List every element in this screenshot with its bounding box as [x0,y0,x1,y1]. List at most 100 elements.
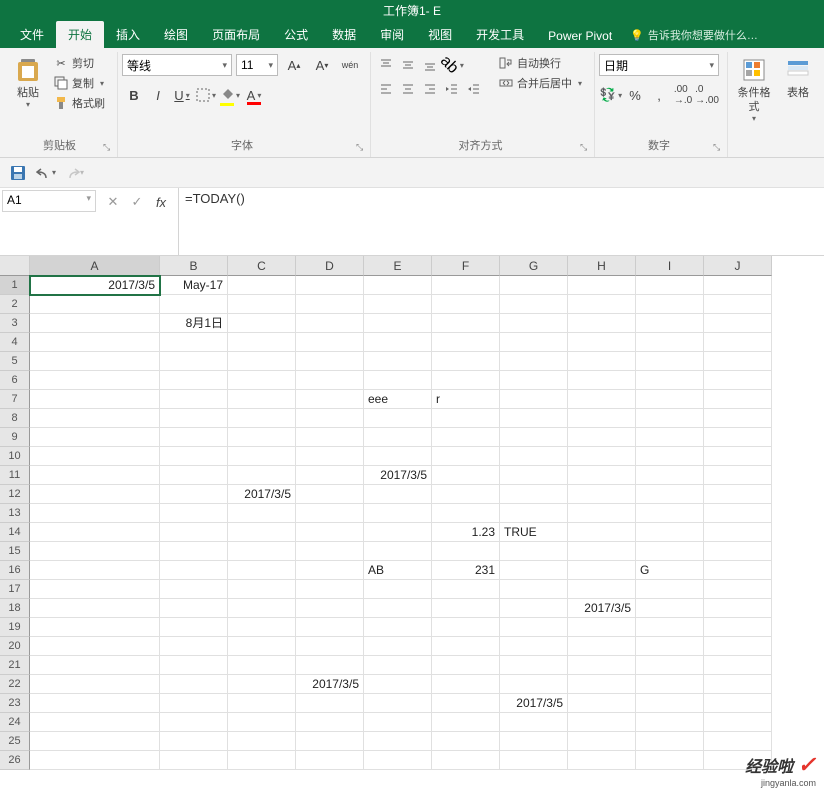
cell-D13[interactable] [296,504,364,523]
tab-file[interactable]: 文件 [8,21,56,48]
cell-C16[interactable] [228,561,296,580]
cell-J19[interactable] [704,618,772,637]
cell-G21[interactable] [500,656,568,675]
tab-draw[interactable]: 绘图 [152,21,200,48]
tab-insert[interactable]: 插入 [104,21,152,48]
align-top-button[interactable] [375,54,397,76]
cell-I13[interactable] [636,504,704,523]
cell-A7[interactable] [30,390,160,409]
cell-H14[interactable] [568,523,636,542]
cell-F21[interactable] [432,656,500,675]
row-header-20[interactable]: 20 [0,637,30,656]
cell-I12[interactable] [636,485,704,504]
cell-C19[interactable] [228,618,296,637]
cell-J15[interactable] [704,542,772,561]
accounting-format-button[interactable]: 💱 [599,84,623,106]
cell-C1[interactable] [228,276,296,295]
cell-A9[interactable] [30,428,160,447]
cell-I11[interactable] [636,466,704,485]
cell-J10[interactable] [704,447,772,466]
cell-I24[interactable] [636,713,704,732]
cell-I14[interactable] [636,523,704,542]
row-header-1[interactable]: 1 [0,276,30,295]
cell-A19[interactable] [30,618,160,637]
cell-D7[interactable] [296,390,364,409]
cell-H19[interactable] [568,618,636,637]
cell-C10[interactable] [228,447,296,466]
cell-B23[interactable] [160,694,228,713]
cell-F19[interactable] [432,618,500,637]
cell-I22[interactable] [636,675,704,694]
cell-F12[interactable] [432,485,500,504]
cell-B11[interactable] [160,466,228,485]
increase-font-button[interactable]: A▴ [282,54,306,76]
row-header-8[interactable]: 8 [0,409,30,428]
cell-E6[interactable] [364,371,432,390]
cell-D20[interactable] [296,637,364,656]
column-header-B[interactable]: B [160,256,228,276]
cell-E5[interactable] [364,352,432,371]
cell-J4[interactable] [704,333,772,352]
redo-button[interactable]: ▾ [64,163,84,183]
cell-J1[interactable] [704,276,772,295]
row-header-14[interactable]: 14 [0,523,30,542]
tab-view[interactable]: 视图 [416,21,464,48]
align-middle-button[interactable] [397,54,419,76]
save-button[interactable] [8,163,28,183]
percent-button[interactable]: % [623,84,647,106]
cell-F14[interactable]: 1.23 [432,523,500,542]
cell-J18[interactable] [704,599,772,618]
cell-H18[interactable]: 2017/3/5 [568,599,636,618]
cell-G25[interactable] [500,732,568,751]
column-header-J[interactable]: J [704,256,772,276]
cell-H17[interactable] [568,580,636,599]
decrease-font-button[interactable]: A▾ [310,54,334,76]
cell-F16[interactable]: 231 [432,561,500,580]
tab-review[interactable]: 审阅 [368,21,416,48]
cell-G10[interactable] [500,447,568,466]
row-header-18[interactable]: 18 [0,599,30,618]
row-header-15[interactable]: 15 [0,542,30,561]
tab-layout[interactable]: 页面布局 [200,21,272,48]
cell-H25[interactable] [568,732,636,751]
cell-F23[interactable] [432,694,500,713]
cell-E18[interactable] [364,599,432,618]
copy-button[interactable]: 复制▾ [50,74,109,92]
cell-J24[interactable] [704,713,772,732]
cell-D25[interactable] [296,732,364,751]
cell-F13[interactable] [432,504,500,523]
cell-F3[interactable] [432,314,500,333]
column-header-H[interactable]: H [568,256,636,276]
cell-D15[interactable] [296,542,364,561]
cell-B8[interactable] [160,409,228,428]
cell-H2[interactable] [568,295,636,314]
cell-A17[interactable] [30,580,160,599]
cell-E15[interactable] [364,542,432,561]
tab-powerpivot[interactable]: Power Pivot [536,24,624,48]
cell-G4[interactable] [500,333,568,352]
cell-A20[interactable] [30,637,160,656]
cell-B16[interactable] [160,561,228,580]
cell-A23[interactable] [30,694,160,713]
cell-E4[interactable] [364,333,432,352]
cell-A4[interactable] [30,333,160,352]
cell-J16[interactable] [704,561,772,580]
cell-J2[interactable] [704,295,772,314]
format-table-button[interactable]: 表格 [780,54,816,155]
cell-I18[interactable] [636,599,704,618]
cell-I2[interactable] [636,295,704,314]
cell-B19[interactable] [160,618,228,637]
cell-F7[interactable]: r [432,390,500,409]
cell-A15[interactable] [30,542,160,561]
cell-F2[interactable] [432,295,500,314]
cell-D22[interactable]: 2017/3/5 [296,675,364,694]
column-header-D[interactable]: D [296,256,364,276]
cell-C9[interactable] [228,428,296,447]
cell-C25[interactable] [228,732,296,751]
cell-E19[interactable] [364,618,432,637]
tell-me[interactable]: 💡 告诉我你想要做什么… [624,22,764,48]
row-header-21[interactable]: 21 [0,656,30,675]
cell-F1[interactable] [432,276,500,295]
cell-J23[interactable] [704,694,772,713]
cell-H15[interactable] [568,542,636,561]
